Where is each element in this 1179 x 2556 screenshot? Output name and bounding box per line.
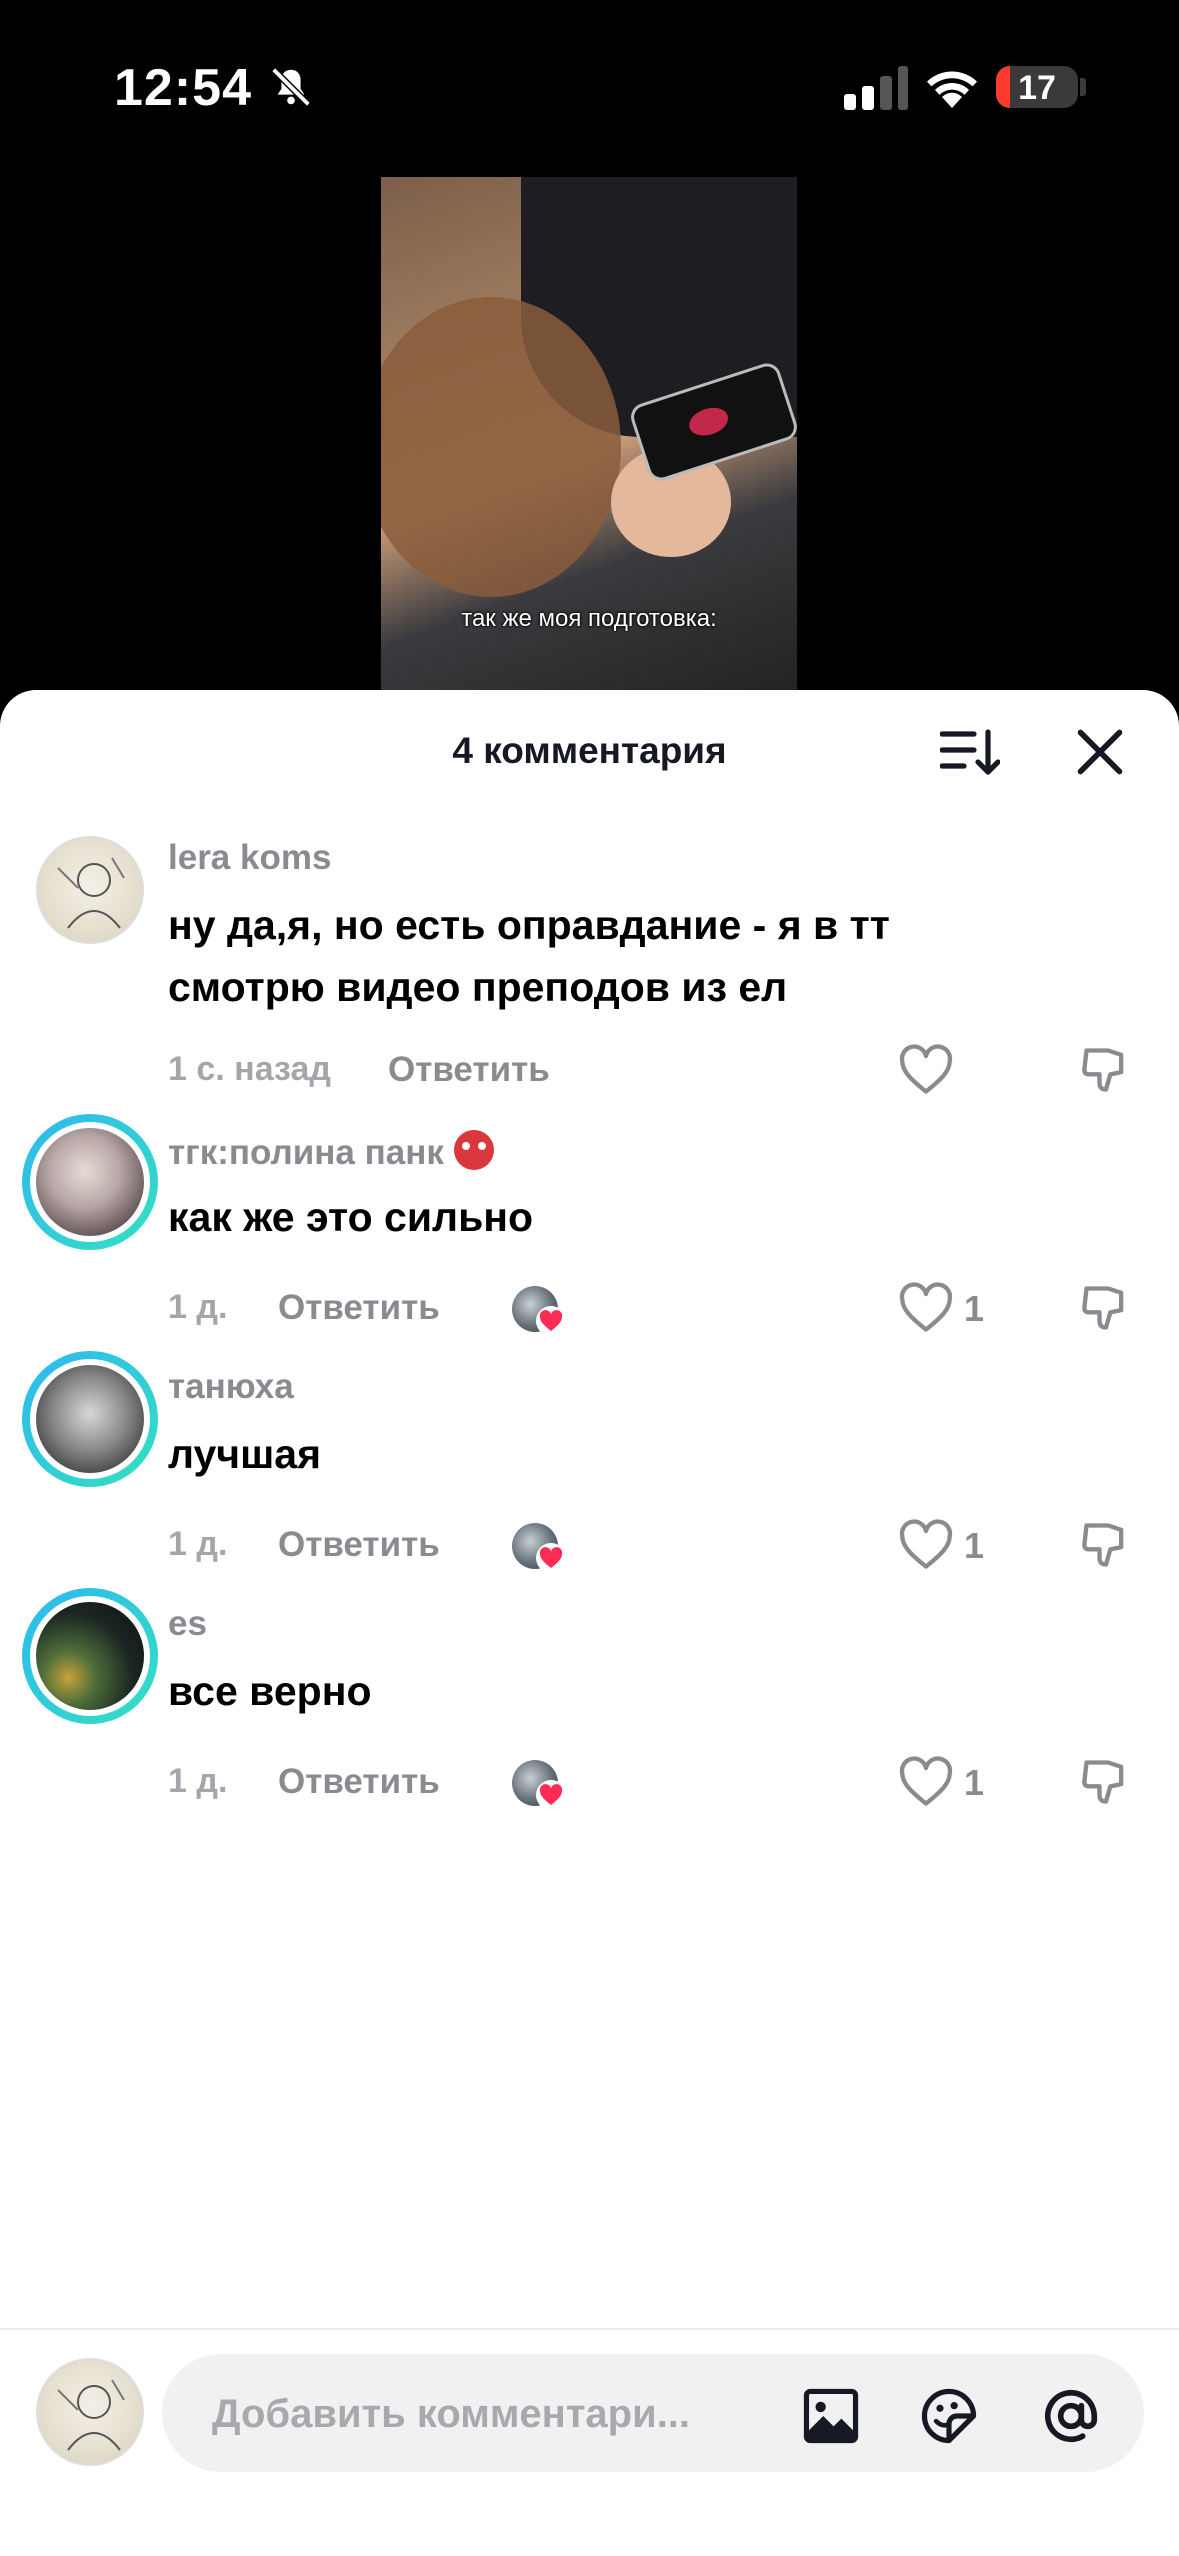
sort-icon[interactable] (940, 726, 1000, 778)
comment-item: es все верно 1 д. Ответить 1 (0, 1588, 1179, 1842)
avatar-story-ring[interactable] (22, 1588, 158, 1724)
comment-input-placeholder: Добавить комментари... (212, 2392, 691, 2436)
mention-at-icon[interactable] (1040, 2385, 1102, 2447)
avatar (36, 1365, 144, 1473)
ogre-emoji-icon (453, 1130, 494, 1170)
comment-username[interactable]: lera koms (168, 838, 331, 878)
close-icon[interactable] (1074, 726, 1126, 778)
comment-text: лучшая (168, 1431, 322, 1477)
battery-percent: 17 (1018, 69, 1056, 107)
comment-username-text: тгк:полина панк (168, 1133, 444, 1172)
image-icon[interactable] (800, 2385, 862, 2447)
my-avatar-sketch-art (57, 2379, 125, 2451)
comment-text: как же это сильно (168, 1194, 534, 1240)
red-heart-icon (539, 1784, 563, 1805)
sticker-smile-icon[interactable] (918, 2385, 980, 2447)
creator-liked-badge (512, 1286, 566, 1336)
heart-icon[interactable] (898, 1756, 954, 1808)
red-heart-icon (539, 1310, 563, 1331)
dislike-icon[interactable] (1080, 1282, 1132, 1334)
avatar-sketch-art (57, 857, 125, 929)
avatar (36, 1602, 144, 1710)
heart-icon[interactable] (898, 1282, 954, 1334)
avatar (36, 1128, 144, 1236)
avatar-ring-gap (30, 1122, 150, 1242)
silent-bell-icon (271, 67, 311, 107)
avatar[interactable] (36, 836, 144, 944)
comment-username[interactable]: es (168, 1604, 207, 1644)
battery-tip (1080, 78, 1086, 96)
comment-username[interactable]: тгк:полина панк (168, 1130, 494, 1173)
avatar-ring-gap (30, 1359, 150, 1479)
my-avatar (36, 2358, 144, 2466)
video-preview[interactable]: так же моя подготовка: (381, 177, 797, 697)
avatar-story-ring[interactable] (22, 1351, 158, 1487)
comment-item: тгк:полина панк как же это сильно 1 д. О… (0, 1114, 1179, 1368)
comment-item: lera koms ну да,я, но есть оправдание - … (0, 836, 1179, 1094)
video-caption: так же моя подготовка: (461, 605, 717, 632)
creator-liked-badge (512, 1760, 566, 1810)
heart-icon[interactable] (898, 1044, 954, 1096)
battery-indicator: 17 (996, 66, 1078, 108)
like-count: 1 (964, 1288, 985, 1329)
like-count: 1 (964, 1762, 985, 1803)
like-count: 1 (964, 1525, 985, 1566)
comment-text: ну да,я, но есть оправдание - я в тт смо… (168, 902, 890, 1010)
reply-button[interactable]: Ответить (388, 1050, 550, 1090)
comment-text: все верно (168, 1668, 372, 1714)
comment-time: 1 д. (168, 1525, 228, 1563)
comment-username[interactable]: танюха (168, 1367, 294, 1407)
comment-time: 1 с. назад (168, 1050, 331, 1088)
reply-button[interactable]: Ответить (278, 1525, 440, 1565)
comment-time: 1 д. (168, 1762, 228, 1800)
dislike-icon[interactable] (1080, 1519, 1132, 1571)
wifi-icon (927, 71, 977, 108)
red-heart-icon (539, 1547, 563, 1568)
creator-liked-badge (512, 1523, 566, 1573)
comments-count-title: 4 комментария (452, 730, 727, 771)
comment-time: 1 д. (168, 1288, 228, 1326)
video-phone-screen (685, 403, 732, 441)
avatar-ring-gap (30, 1596, 150, 1716)
dislike-icon[interactable] (1080, 1044, 1132, 1096)
cellular-signal-icon (844, 66, 908, 110)
composer-divider (0, 2328, 1179, 2330)
comment-item: танюха лучшая 1 д. Ответить 1 (0, 1351, 1179, 1605)
heart-icon[interactable] (898, 1519, 954, 1571)
reply-button[interactable]: Ответить (278, 1288, 440, 1328)
reply-button[interactable]: Ответить (278, 1762, 440, 1802)
status-time: 12:54 (114, 59, 252, 117)
comment-input[interactable]: Добавить комментари... (162, 2354, 1144, 2472)
dislike-icon[interactable] (1080, 1756, 1132, 1808)
avatar-story-ring[interactable] (22, 1114, 158, 1250)
